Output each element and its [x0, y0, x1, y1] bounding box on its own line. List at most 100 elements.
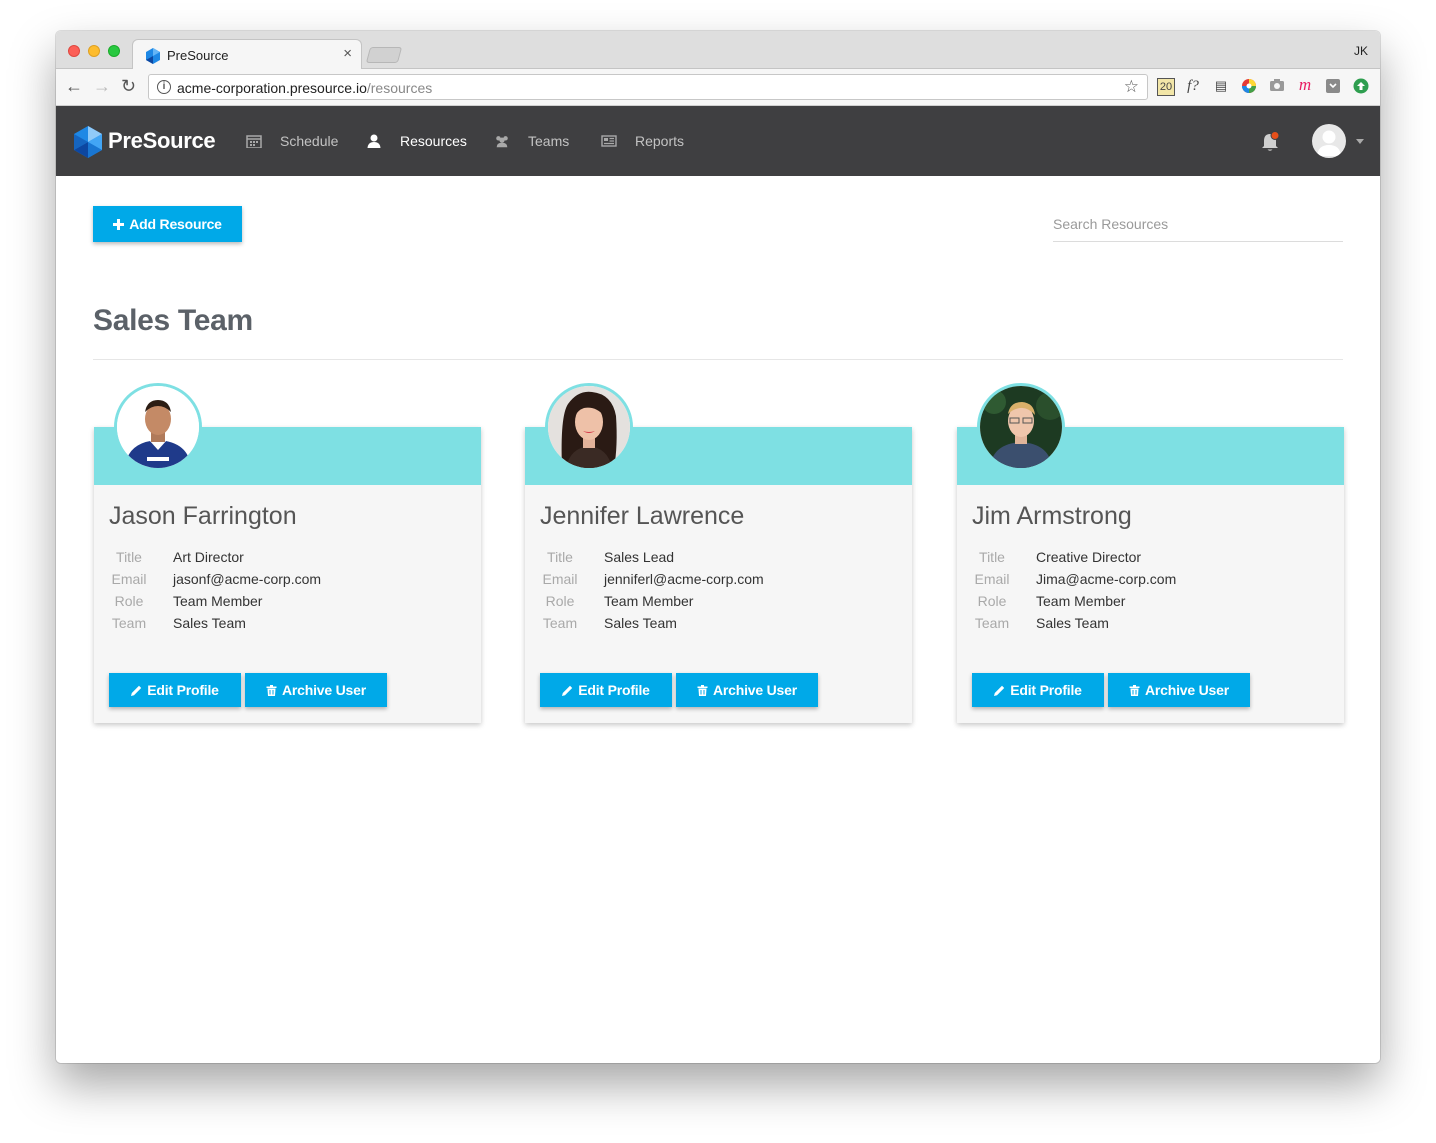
extension-20-icon[interactable]: 20	[1157, 78, 1175, 96]
browser-toolbar: ← → ↻ i acme-corporation.presource.io/re…	[56, 69, 1380, 106]
resource-details: Title Creative Director Email Jima@acme-co…	[972, 546, 1176, 634]
field-value: Sales Team	[604, 615, 677, 631]
pencil-icon	[562, 685, 573, 696]
url-text[interactable]: acme-corporation.presource.io/resources	[177, 80, 432, 96]
search-input[interactable]	[1053, 206, 1343, 242]
field-value: Creative Director	[1036, 549, 1142, 565]
avatar[interactable]	[545, 383, 633, 471]
field-label: Role	[114, 593, 144, 609]
field-value: Sales Lead	[604, 549, 675, 565]
extension-m-icon[interactable]: m	[1296, 76, 1314, 94]
field-value: Jima@acme-corp.com	[1036, 571, 1177, 587]
reload-button[interactable]: ↻	[121, 77, 136, 95]
nav-item-teams[interactable]: Teams	[494, 133, 569, 149]
minimize-window-button[interactable]	[88, 45, 100, 57]
notification-bell-icon[interactable]	[1260, 131, 1280, 153]
avatar[interactable]	[977, 383, 1065, 471]
field-label: Title	[547, 549, 573, 565]
trash-icon	[1129, 684, 1140, 696]
resource-name: Jennifer Lawrence	[540, 502, 745, 530]
nav-item-reports[interactable]: Reports	[601, 133, 684, 149]
field-label: Role	[977, 593, 1007, 609]
archive-user-button[interactable]: Archive User	[676, 673, 818, 707]
field-value: Art Director	[173, 549, 244, 565]
card-actions: Edit Profile Archive User	[972, 673, 1250, 707]
nav-item-resources[interactable]: Resources	[366, 133, 467, 149]
close-window-button[interactable]	[68, 45, 80, 57]
upload-icon[interactable]	[1352, 78, 1370, 96]
add-resource-button[interactable]: Add Resource	[93, 206, 242, 242]
detail-row-role: Role Team Member	[972, 590, 1176, 612]
zoom-window-button[interactable]	[108, 45, 120, 57]
new-tab-button[interactable]	[365, 47, 403, 63]
camera-icon[interactable]	[1268, 78, 1286, 96]
resource-card: Jim Armstrong Title Creative Director Ema…	[957, 383, 1344, 723]
edit-profile-button[interactable]: Edit Profile	[109, 673, 241, 707]
detail-row-role: Role Team Member	[109, 590, 321, 612]
resource-card: Jason Farrington Title Art Director Email…	[94, 383, 481, 723]
resource-details: Title Art Director Email jasonf@acme-corp.…	[109, 546, 321, 634]
nav-label-resources: Resources	[400, 133, 467, 149]
avatar-photo-icon	[117, 386, 199, 468]
tab-close-icon[interactable]: ×	[343, 45, 352, 62]
card-actions: Edit Profile Archive User	[540, 673, 818, 707]
archive-user-button[interactable]: Archive User	[1108, 673, 1250, 707]
field-label: Team	[111, 615, 147, 631]
field-value: Sales Team	[173, 615, 246, 631]
color-wheel-icon[interactable]	[1240, 78, 1258, 96]
field-value: jasonf@acme-corp.com	[173, 571, 322, 587]
avatar-photo-icon	[980, 386, 1062, 468]
info-icon[interactable]: i	[157, 80, 171, 94]
nav-label-teams: Teams	[528, 133, 570, 149]
detail-row-role: Role Team Member	[540, 590, 764, 612]
avatar-photo-icon	[548, 386, 630, 468]
field-label: Title	[116, 549, 142, 565]
user-avatar-button[interactable]	[1312, 124, 1346, 158]
nav-item-schedule[interactable]: Schedule	[246, 133, 338, 149]
nav-label-schedule: Schedule	[280, 133, 339, 149]
resource-card: Jennifer Lawrence Title Sales Lead Email j…	[525, 383, 912, 723]
card-actions: Edit Profile Archive User	[109, 673, 387, 707]
field-value: Team Member	[604, 593, 694, 609]
browser-window: PreSource × JK ← → ↻ i acme-corporation.…	[56, 31, 1380, 1063]
browser-tab[interactable]: PreSource ×	[132, 39, 362, 70]
avatar[interactable]	[114, 383, 202, 471]
calendar-icon	[246, 135, 262, 148]
detail-row-title: Title Sales Lead	[540, 546, 764, 568]
extension-grid-icon[interactable]: ▤	[1212, 77, 1230, 95]
detail-row-title: Title Art Director	[109, 546, 321, 568]
pencil-icon	[131, 685, 142, 696]
pencil-icon	[994, 685, 1005, 696]
brand-name[interactable]: PreSource	[108, 128, 216, 154]
detail-row-team: Team Sales Team	[972, 612, 1176, 634]
field-value: Team Member	[173, 593, 263, 609]
forward-button[interactable]: →	[93, 77, 111, 95]
resource-details: Title Sales Lead Email jenniferl@acme-corp…	[540, 546, 764, 634]
edit-profile-button[interactable]: Edit Profile	[540, 673, 672, 707]
field-label: Email	[542, 571, 578, 587]
field-label: Email	[111, 571, 147, 587]
edit-profile-button[interactable]: Edit Profile	[972, 673, 1104, 707]
avatar-placeholder-icon	[1317, 130, 1341, 156]
section-divider	[93, 359, 1343, 360]
detail-row-team: Team Sales Team	[109, 612, 321, 634]
resource-name: Jason Farrington	[109, 502, 297, 530]
chevron-down-icon[interactable]	[1356, 139, 1364, 144]
edit-profile-label: Edit Profile	[578, 682, 650, 698]
url-path: /resources	[366, 80, 433, 96]
field-value: jenniferl@acme-corp.com	[604, 571, 764, 587]
back-button[interactable]: ←	[65, 77, 83, 95]
edit-profile-label: Edit Profile	[1010, 682, 1082, 698]
bookmark-star-icon[interactable]: ☆	[1124, 77, 1139, 97]
add-resource-label: Add Resource	[129, 216, 222, 232]
presource-logo-icon[interactable]	[72, 126, 104, 158]
extension-font-icon[interactable]: f?	[1184, 77, 1202, 95]
pocket-icon[interactable]	[1324, 78, 1342, 96]
field-label: Team	[542, 615, 578, 631]
address-bar[interactable]: i acme-corporation.presource.io/resource…	[148, 74, 1148, 100]
field-label: Title	[979, 549, 1005, 565]
section-title: Sales Team	[93, 304, 253, 337]
detail-row-email: Email jasonf@acme-corp.com	[109, 568, 321, 590]
archive-user-button[interactable]: Archive User	[245, 673, 387, 707]
browser-profile-initials[interactable]: JK	[1354, 44, 1368, 58]
